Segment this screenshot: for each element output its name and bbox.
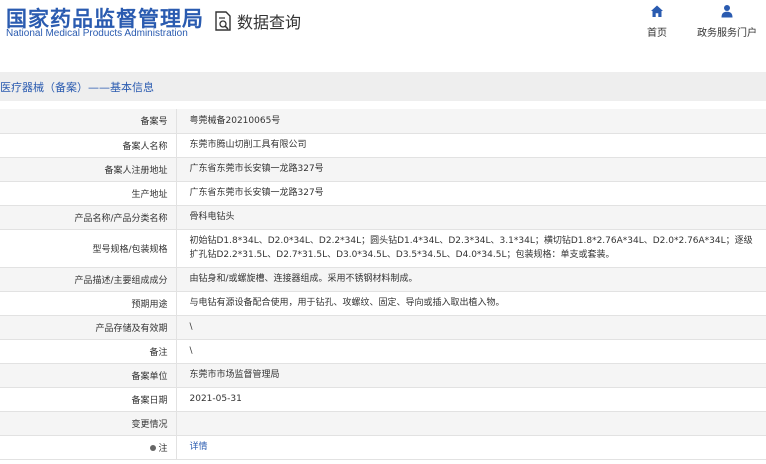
table-row: 产品名称/产品分类名称 骨科电钻头 (0, 205, 766, 230)
table-row: 产品描述/主要组成成分 由钻身和/或螺旋槽、连接器组成。采用不锈钢材料制成。 (0, 267, 766, 292)
table-row: 备注 \ (0, 339, 766, 364)
row-value: 2021-05-31 (176, 387, 766, 412)
table-row: 型号规格/包装规格 初始钻D1.8*34L、D2.0*34L、D2.2*34L；… (0, 229, 766, 268)
home-icon (651, 5, 663, 17)
row-value (176, 411, 766, 436)
user-icon (721, 5, 733, 18)
row-value: \ (176, 339, 766, 364)
bullet-icon (150, 445, 157, 451)
row-value: 粤莞械备20210065号 (176, 109, 766, 134)
table-row: 生产地址 广东省东莞市长安镇一龙路327号 (0, 181, 766, 206)
row-label: 预期用途 (0, 291, 177, 316)
row-label: 备案人注册地址 (0, 157, 177, 182)
nav-home-label: 首页 (647, 28, 667, 39)
row-label: 产品名称/产品分类名称 (0, 205, 177, 230)
row-label: 产品描述/主要组成成分 (0, 267, 177, 292)
table-row: 备案人名称 东莞市腾山切削工具有限公司 (0, 133, 766, 158)
nav-home[interactable]: 首页 (647, 4, 667, 39)
page-title-group: 数据查询 (213, 9, 301, 33)
row-value: 初始钻D1.8*34L、D2.0*34L、D2.2*34L；圆头钻D1.4*34… (176, 229, 766, 268)
row-label: 备案号 (0, 109, 177, 134)
table-row: 备案单位 东莞市市场监督管理局 (0, 363, 766, 388)
table-row: 产品存储及有效期 \ (0, 315, 766, 340)
nav-gov-service-portal[interactable]: 政务服务门户 (697, 4, 757, 39)
row-label: 备案人名称 (0, 133, 177, 158)
nav-portal-label: 政务服务门户 (697, 28, 757, 39)
table-row: 预期用途 与电钻有源设备配合使用，用于钻孔、攻螺纹、固定、导向或插入取出植入物。 (0, 291, 766, 316)
row-value: 东莞市腾山切削工具有限公司 (176, 133, 766, 158)
document-search-icon (215, 11, 231, 31)
site-logo-en: National Medical Products Administration (6, 28, 188, 39)
row-value: 由钻身和/或螺旋槽、连接器组成。采用不锈钢材料制成。 (176, 267, 766, 292)
table-row: 变更情况 (0, 411, 766, 436)
row-label: 注 (158, 443, 168, 454)
row-label: 型号规格/包装规格 (0, 229, 177, 268)
site-header: 国家药品监督管理局 National Medical Products Admi… (0, 0, 766, 62)
details-link[interactable]: 详情 (190, 442, 208, 452)
page-title: 数据查询 (237, 13, 302, 32)
row-label: 备案日期 (0, 387, 177, 412)
row-value: 与电钻有源设备配合使用，用于钻孔、攻螺纹、固定、导向或插入取出植入物。 (176, 291, 766, 316)
table-row: 备案号 粤莞械备20210065号 (0, 109, 766, 134)
row-label: 生产地址 (0, 181, 177, 206)
basic-info-table: 备案号 粤莞械备20210065号 备案人名称 东莞市腾山切削工具有限公司 备案… (0, 109, 766, 460)
table-row: 备案日期 2021-05-31 (0, 387, 766, 412)
row-value: 广东省东莞市长安镇一龙路327号 (176, 157, 766, 182)
row-value: \ (176, 315, 766, 340)
row-label: 产品存储及有效期 (0, 315, 177, 340)
row-value: 骨科电钻头 (176, 205, 766, 230)
row-label: 变更情况 (0, 411, 177, 436)
note-label-cell: 注 (0, 435, 177, 460)
row-value: 广东省东莞市长安镇一龙路327号 (176, 181, 766, 206)
row-value: 东莞市市场监督管理局 (176, 363, 766, 388)
section-title: 医疗器械（备案）——基本信息 (0, 81, 154, 94)
row-label: 备注 (0, 339, 177, 364)
section-header: 医疗器械（备案）——基本信息 (0, 72, 766, 101)
row-value-cell: 详情 (176, 435, 766, 460)
table-row: 备案人注册地址 广东省东莞市长安镇一龙路327号 (0, 157, 766, 182)
row-label: 备案单位 (0, 363, 177, 388)
table-row: 注 详情 (0, 435, 766, 460)
